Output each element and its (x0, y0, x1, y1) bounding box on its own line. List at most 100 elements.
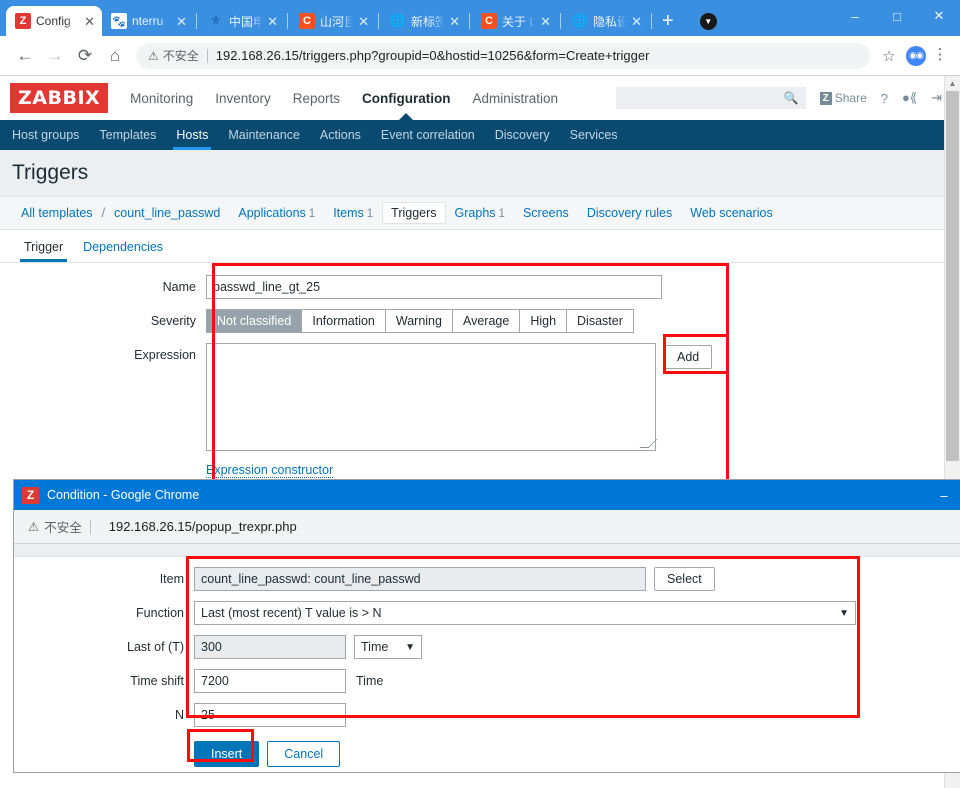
tab-dependencies[interactable]: Dependencies (73, 240, 173, 262)
zabbix-icon: Z (22, 486, 39, 504)
function-select[interactable]: Last (most recent) T value is > N ▼ (194, 601, 856, 625)
form-tab-bar: Trigger Dependencies (0, 230, 960, 262)
subnav-maintenance[interactable]: Maintenance (228, 128, 300, 142)
close-icon[interactable]: ✕ (540, 15, 551, 28)
new-tab-button[interactable]: + (662, 11, 674, 31)
breadcrumb-host[interactable]: count_line_passwd (105, 206, 229, 220)
user-profile-icon[interactable]: ●⟪ (902, 90, 917, 106)
severity-average[interactable]: Average (452, 309, 521, 333)
zabbix-main-nav: Monitoring Inventory Reports Configurati… (130, 76, 558, 120)
browser-tab-4[interactable]: 🌐 新标签 ✕ (381, 6, 467, 36)
minimize-button[interactable]: – (834, 9, 876, 24)
last-of-t-unit-value: Time (361, 640, 389, 654)
forward-icon[interactable]: → (40, 46, 70, 66)
browser-tab-0[interactable]: Z Config ✕ (6, 6, 102, 36)
browser-tab-1[interactable]: 🐾 nterru ✕ (102, 6, 194, 36)
form-row-name: Name (0, 275, 960, 299)
expression-constructor-link[interactable]: Expression constructor (206, 463, 334, 478)
sign-out-icon[interactable]: ⇥ (931, 90, 942, 106)
browser-tab-2[interactable]: ⚜ 中国电 ✕ (199, 6, 285, 36)
close-icon[interactable]: ✕ (449, 15, 460, 28)
popup-not-secure-indicator[interactable]: ⚠ 不安全 (28, 517, 82, 536)
help-icon[interactable]: ? (881, 91, 888, 106)
share-button[interactable]: Z Share (819, 91, 867, 105)
insert-button[interactable]: Insert (194, 741, 260, 767)
close-window-button[interactable]: ✕ (918, 8, 960, 24)
name-label: Name (162, 280, 196, 294)
not-secure-indicator[interactable]: ⚠ 不安全 (148, 47, 199, 64)
subnav-templates[interactable]: Templates (99, 128, 156, 142)
breadcrumb-items[interactable]: Items 1 (324, 206, 382, 220)
expression-textarea[interactable] (206, 343, 656, 451)
close-icon[interactable]: ✕ (84, 15, 95, 28)
item-input[interactable] (194, 567, 646, 591)
subnav-services[interactable]: Services (570, 128, 618, 142)
select-item-button[interactable]: Select (654, 567, 715, 591)
trigger-form: Name Severity Not classified Information… (0, 263, 960, 479)
severity-disaster[interactable]: Disaster (567, 309, 634, 333)
close-icon[interactable]: ✕ (631, 15, 642, 28)
popup-address-bar[interactable]: ⚠ 不安全 192.168.26.15/popup_trexpr.php (14, 510, 960, 544)
scrollbar-thumb[interactable] (946, 91, 959, 461)
time-shift-input[interactable] (194, 669, 346, 693)
breadcrumb-applications[interactable]: Applications 1 (229, 206, 324, 220)
close-icon[interactable]: ✕ (358, 15, 369, 28)
browser-tab-5[interactable]: C 关于 L ✕ (472, 6, 558, 36)
subnav-host-groups[interactable]: Host groups (12, 128, 79, 142)
bookmark-star-icon[interactable]: ☆ (876, 47, 902, 65)
breadcrumb-triggers[interactable]: Triggers (382, 202, 446, 224)
last-of-t-input[interactable] (194, 635, 346, 659)
popup-title-bar[interactable]: Z Condition - Google Chrome – (14, 480, 960, 510)
function-label: Function (136, 606, 184, 620)
nav-monitoring[interactable]: Monitoring (130, 91, 193, 106)
severity-high[interactable]: High (520, 309, 568, 333)
add-button[interactable]: Add (664, 345, 713, 369)
browser-menu-icon[interactable]: ⋮ (930, 48, 950, 62)
browser-tab-label: 新标签 (411, 14, 445, 29)
address-bar[interactable]: ⚠ 不安全 192.168.26.15/triggers.php?groupid… (136, 42, 870, 69)
maximize-button[interactable]: □ (876, 9, 918, 24)
home-icon[interactable]: ⌂ (100, 46, 130, 66)
back-icon[interactable]: ← (10, 46, 40, 66)
popup-omnibox-divider (89, 519, 91, 534)
nav-configuration[interactable]: Configuration (362, 91, 450, 106)
severity-warning[interactable]: Warning (385, 309, 453, 333)
popup-row-function: Function Last (most recent) T value is >… (14, 601, 960, 625)
popup-row-item: Item Select (14, 567, 960, 591)
avatar[interactable]: ◉◉ (906, 45, 926, 66)
nav-inventory[interactable]: Inventory (215, 91, 271, 106)
subnav-event-correlation[interactable]: Event correlation (381, 128, 475, 142)
nav-administration[interactable]: Administration (473, 91, 559, 106)
page-title-bar: Triggers (0, 150, 960, 196)
url-text: 192.168.26.15/triggers.php?groupid=0&hos… (215, 48, 650, 63)
breadcrumb-graphs[interactable]: Graphs 1 (446, 206, 514, 220)
search-input[interactable]: 🔍 (615, 87, 806, 109)
close-icon[interactable]: ✕ (267, 15, 278, 28)
subnav-actions[interactable]: Actions (320, 128, 361, 142)
breadcrumb-screens[interactable]: Screens (514, 206, 578, 220)
scroll-up-icon[interactable]: ▲ (945, 76, 960, 91)
subnav-discovery[interactable]: Discovery (495, 128, 550, 142)
browser-tab-6[interactable]: 🌐 隐私设 ✕ (563, 6, 649, 36)
window-controls: – □ ✕ (834, 0, 960, 32)
popup-minimize-button[interactable]: – (914, 488, 960, 503)
last-of-t-unit-select[interactable]: Time ▼ (354, 635, 422, 659)
severity-information[interactable]: Information (302, 309, 386, 333)
subnav-hosts[interactable]: Hosts (173, 128, 212, 150)
severity-not-classified[interactable]: Not classified (206, 309, 303, 333)
zabbix-logo[interactable]: ZABBIX (10, 83, 109, 113)
tab-search-chevron-icon[interactable]: ▼ (699, 13, 717, 30)
nav-reports[interactable]: Reports (293, 91, 340, 106)
breadcrumb-discovery-rules[interactable]: Discovery rules (578, 206, 681, 220)
name-input[interactable] (206, 275, 662, 299)
tab-separator (196, 13, 197, 29)
n-input[interactable] (194, 703, 346, 727)
browser-tab-3[interactable]: C 山河巨 ✕ (290, 6, 376, 36)
cancel-button[interactable]: Cancel (267, 741, 341, 767)
breadcrumb-all-templates[interactable]: All templates (12, 206, 102, 220)
telecom-icon: ⚜ (210, 13, 222, 28)
close-icon[interactable]: ✕ (176, 15, 187, 28)
reload-icon[interactable]: ⟳ (70, 46, 100, 66)
tab-trigger[interactable]: Trigger (14, 240, 73, 262)
breadcrumb-web-scenarios[interactable]: Web scenarios (681, 206, 781, 220)
